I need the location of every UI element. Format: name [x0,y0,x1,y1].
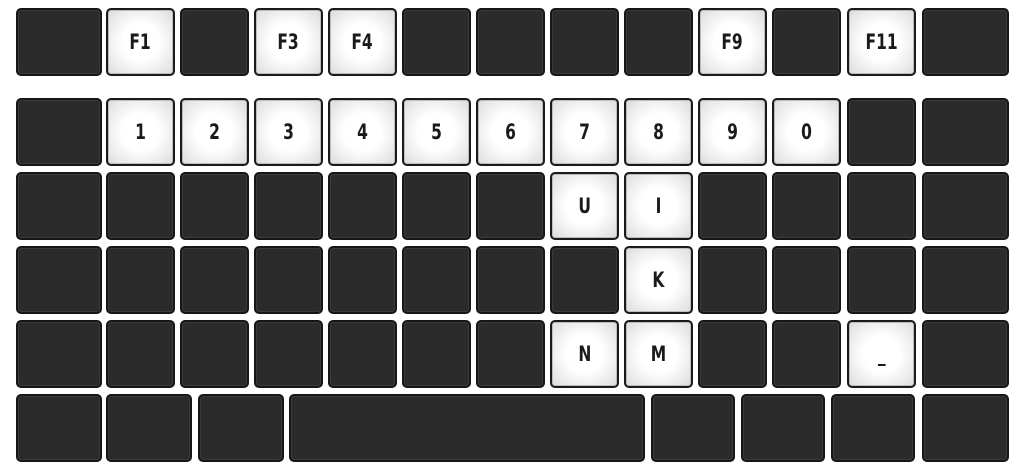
key-label: 0 [801,119,812,144]
key-space[interactable] [289,394,645,462]
key-f10[interactable] [772,8,841,76]
key-f12[interactable] [922,8,1009,76]
key-ctrl-left[interactable] [16,394,102,462]
key-p[interactable] [772,172,841,240]
key-z[interactable] [106,320,175,388]
key-backtick[interactable] [16,98,102,166]
key-label: 9 [727,119,738,144]
key-label: _ [877,341,886,366]
key-label: I [655,193,662,218]
key-shift-right[interactable] [922,320,1009,388]
key-digit-4[interactable]: 4 [328,98,397,166]
key-a[interactable] [106,246,175,314]
key-f9[interactable]: F9 [698,8,767,76]
key-tab[interactable] [16,172,102,240]
key-bracket-right[interactable] [922,172,1009,240]
key-digit-5[interactable]: 5 [402,98,471,166]
key-i[interactable]: I [624,172,693,240]
key-f4[interactable]: F4 [328,8,397,76]
key-digit-9[interactable]: 9 [698,98,767,166]
key-f3[interactable]: F3 [254,8,323,76]
key-digit-1[interactable]: 1 [106,98,175,166]
key-semicolon[interactable] [772,246,841,314]
key-f11[interactable]: F11 [847,8,916,76]
key-minus[interactable] [847,98,916,166]
key-b[interactable] [402,320,471,388]
key-label: F4 [351,29,374,54]
key-label: 2 [209,119,220,144]
key-f6[interactable] [476,8,545,76]
key-c[interactable] [254,320,323,388]
key-label: F1 [129,29,152,54]
key-digit-8[interactable]: 8 [624,98,693,166]
key-g[interactable] [402,246,471,314]
key-e[interactable] [254,172,323,240]
key-f[interactable] [328,246,397,314]
key-label: 1 [135,119,146,144]
key-v[interactable] [328,320,397,388]
key-f8[interactable] [624,8,693,76]
key-l[interactable] [698,246,767,314]
key-o[interactable] [698,172,767,240]
key-f5[interactable] [402,8,471,76]
key-label: 5 [431,119,442,144]
key-digit-7[interactable]: 7 [550,98,619,166]
key-label: 7 [579,119,590,144]
key-digit-6[interactable]: 6 [476,98,545,166]
key-h[interactable] [476,246,545,314]
key-q[interactable] [106,172,175,240]
key-y[interactable] [476,172,545,240]
key-digit-0[interactable]: 0 [772,98,841,166]
key-digit-2[interactable]: 2 [180,98,249,166]
key-label: F3 [277,29,300,54]
key-fn[interactable] [741,394,825,462]
key-digit-3[interactable]: 3 [254,98,323,166]
key-esc[interactable] [16,8,102,76]
key-label: N [578,341,591,366]
key-label: 3 [283,119,294,144]
key-bracket-left[interactable] [847,172,916,240]
key-label: M [650,341,667,366]
key-k[interactable]: K [624,246,693,314]
key-f1[interactable]: F1 [106,8,175,76]
key-alt-right[interactable] [651,394,735,462]
key-t[interactable] [402,172,471,240]
key-shift-left[interactable] [16,320,102,388]
keyboard: F1 F3 F4 F9 F11 1 2 3 4 5 6 7 8 9 0 U I K N M _ [0,0,1024,468]
key-ctrl-right[interactable] [922,394,1009,462]
key-enter[interactable] [922,246,1009,314]
key-n[interactable]: N [550,320,619,388]
key-b2[interactable] [476,320,545,388]
key-d[interactable] [254,246,323,314]
key-label: 8 [653,119,664,144]
key-label: F11 [865,29,898,54]
key-m[interactable]: M [624,320,693,388]
key-caps-lock[interactable] [16,246,102,314]
key-f7[interactable] [550,8,619,76]
key-s[interactable] [180,246,249,314]
key-label: U [578,193,591,218]
key-w[interactable] [180,172,249,240]
key-comma[interactable] [698,320,767,388]
key-alt-left[interactable] [198,394,284,462]
key-x[interactable] [180,320,249,388]
key-label: 4 [357,119,368,144]
key-f2[interactable] [180,8,249,76]
key-underscore[interactable]: _ [847,320,916,388]
key-menu[interactable] [831,394,915,462]
key-label: F9 [721,29,744,54]
key-win-left[interactable] [106,394,192,462]
key-j[interactable] [550,246,619,314]
key-quote[interactable] [847,246,916,314]
key-backspace[interactable] [922,98,1009,166]
key-label: K [652,267,665,292]
key-r[interactable] [328,172,397,240]
key-label: 6 [505,119,516,144]
key-u[interactable]: U [550,172,619,240]
key-period[interactable] [772,320,841,388]
